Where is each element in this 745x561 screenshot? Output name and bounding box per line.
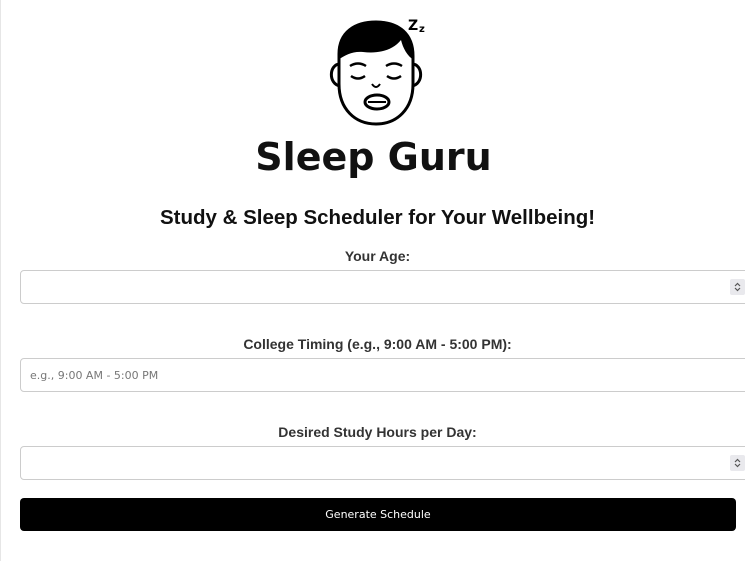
study-hours-spinner-icon[interactable] [730, 455, 745, 471]
brand-name: Sleep Guru [255, 135, 492, 179]
study-hours-label: Desired Study Hours per Day: [278, 424, 477, 440]
college-timing-input[interactable] [20, 358, 745, 392]
age-spinner-icon[interactable] [730, 279, 745, 295]
page: Z z Sleep Guru Study & Sleep Scheduler f… [0, 0, 745, 561]
svg-text:Z: Z [408, 18, 418, 34]
college-timing-label: College Timing (e.g., 9:00 AM - 5:00 PM)… [243, 336, 512, 352]
sleeping-face-icon: Z z [329, 18, 425, 126]
age-label: Your Age: [344, 248, 411, 264]
number-spinner-icon [734, 458, 741, 468]
study-hours-input[interactable] [20, 446, 745, 480]
svg-text:z: z [419, 24, 425, 35]
number-spinner-icon [734, 282, 741, 292]
page-title: Study & Sleep Scheduler for Your Wellbei… [159, 206, 596, 229]
age-input[interactable] [20, 270, 745, 304]
generate-schedule-button[interactable]: Generate Schedule [20, 498, 736, 531]
